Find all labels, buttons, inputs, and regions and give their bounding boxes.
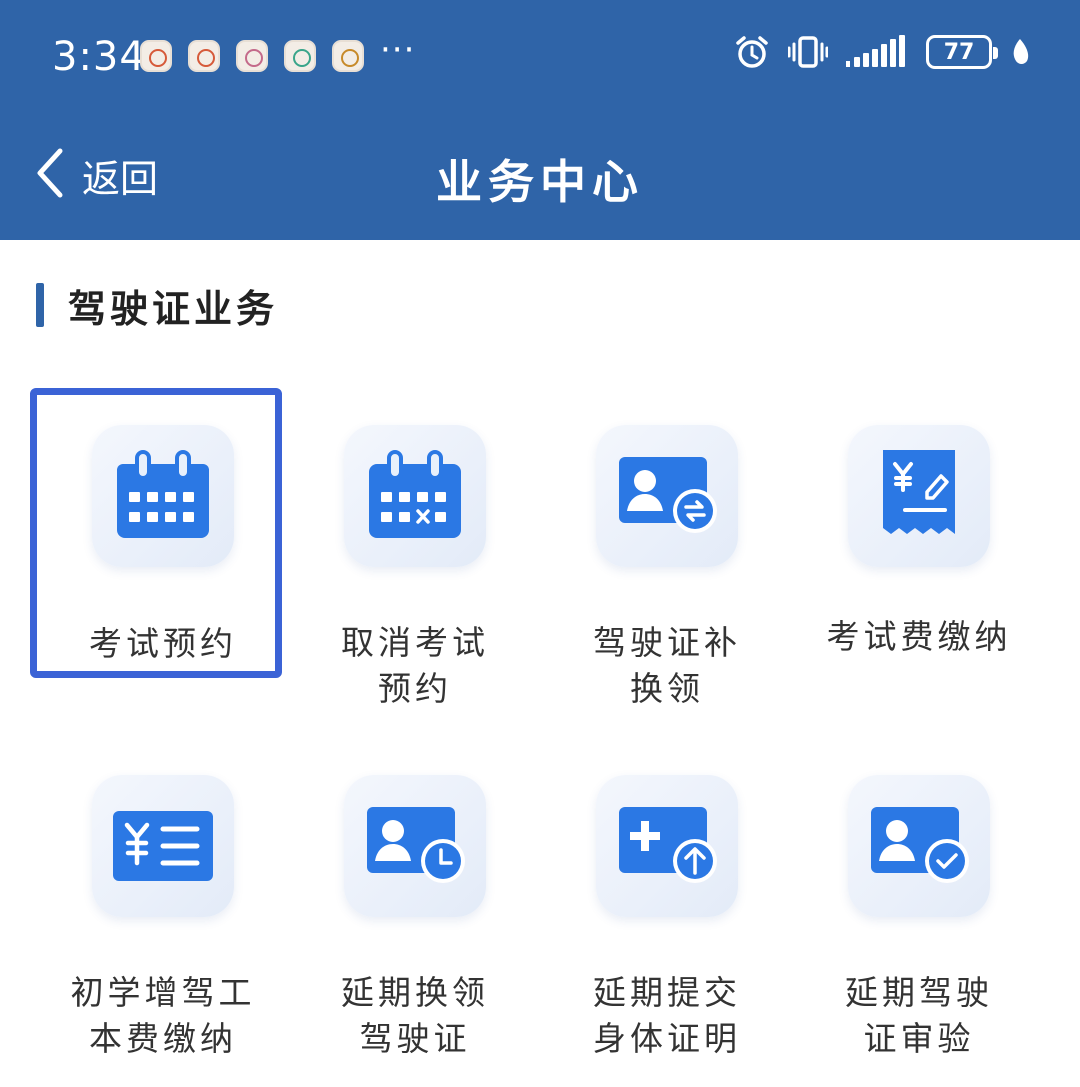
status-bar: 3:34 ··· 77 xyxy=(0,0,1080,110)
service-tile-label: 延期换领 驾驶证 xyxy=(341,973,489,1058)
medical-upload-icon xyxy=(596,775,738,917)
notification-icons xyxy=(140,40,364,72)
service-tile-extend-license-review[interactable]: 延期驾驶 证审验 xyxy=(793,738,1045,1058)
navigation-bar: 返回 业务中心 xyxy=(0,110,1080,240)
app-header: 3:34 ··· 77 返回 业务中心 xyxy=(0,0,1080,240)
service-tile-cancel-exam[interactable]: 取消考试 预约 xyxy=(289,388,541,708)
service-tile-label: 延期驾驶 证审验 xyxy=(845,973,993,1058)
receipt-yuan-icon xyxy=(848,425,990,567)
yuan-list-icon xyxy=(92,775,234,917)
page-title: 业务中心 xyxy=(436,155,644,209)
battery-indicator: 77 xyxy=(926,35,998,69)
license-clock-icon xyxy=(344,775,486,917)
notification-app-icon xyxy=(140,40,172,72)
more-notifications-icon: ··· xyxy=(380,30,416,70)
license-exchange-icon xyxy=(596,425,738,567)
service-tile-label: 延期提交 身体证明 xyxy=(593,973,741,1058)
vibrate-icon xyxy=(788,34,828,70)
service-tile-extend-health-cert[interactable]: 延期提交 身体证明 xyxy=(541,738,793,1058)
power-saving-leaf-icon xyxy=(1010,37,1030,67)
notification-app-icon xyxy=(332,40,364,72)
status-indicators: 77 xyxy=(734,34,1030,70)
notification-app-icon xyxy=(284,40,316,72)
service-tile-label: 考试预约 xyxy=(89,624,237,663)
service-tile-label: 取消考试 预约 xyxy=(341,623,489,708)
service-tile-beginner-fee[interactable]: 初学增驾工 本费缴纳 xyxy=(37,738,289,1058)
section-accent-bar xyxy=(36,283,44,327)
alarm-icon xyxy=(734,34,770,70)
service-tile-license-reissue[interactable]: 驾驶证补 换领 xyxy=(541,388,793,708)
section-title: 驾驶证业务 xyxy=(68,286,279,331)
service-tile-label: 考试费缴纳 xyxy=(826,617,1012,656)
service-tile-exam-fee[interactable]: 考试费缴纳 xyxy=(793,388,1045,678)
notification-app-icon xyxy=(236,40,268,72)
notification-app-icon xyxy=(188,40,220,72)
calendar-cancel-icon xyxy=(344,425,486,567)
section-header: 驾驶证业务 xyxy=(36,280,279,331)
service-tile-exam-booking[interactable]: 考试预约 xyxy=(30,388,282,678)
license-check-icon xyxy=(848,775,990,917)
service-tile-extend-license-renewal[interactable]: 延期换领 驾驶证 xyxy=(289,738,541,1058)
service-tile-label: 初学增驾工 本费缴纳 xyxy=(70,973,256,1058)
service-tile-label: 驾驶证补 换领 xyxy=(593,623,741,708)
status-time: 3:34 xyxy=(52,34,146,80)
calendar-icon xyxy=(92,425,234,567)
signal-icon xyxy=(846,35,908,69)
